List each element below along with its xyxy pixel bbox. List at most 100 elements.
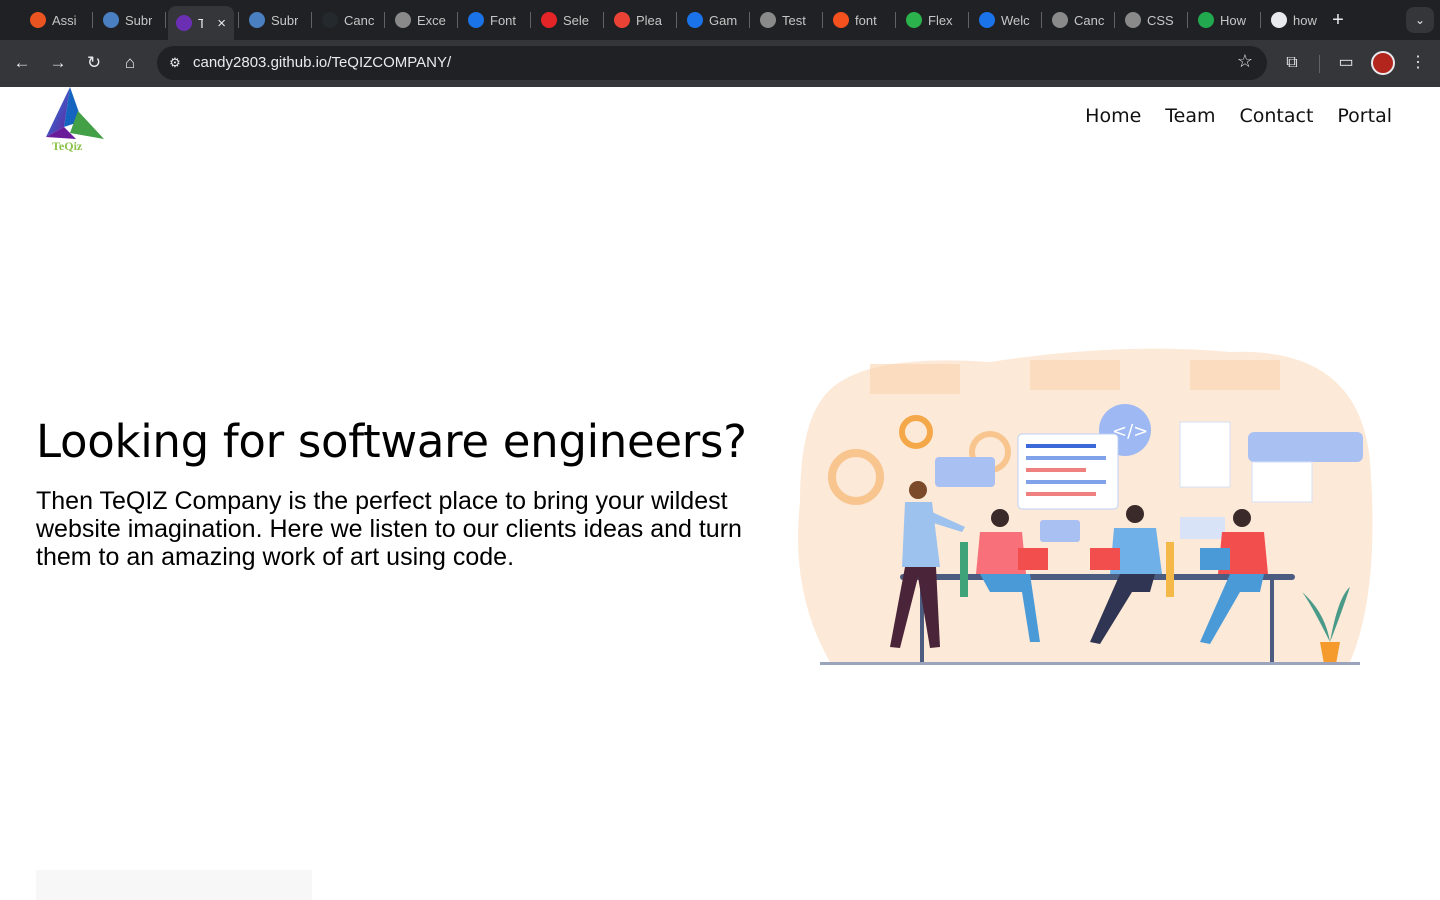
tab-separator <box>530 12 531 28</box>
tab-separator <box>676 12 677 28</box>
tab-label: how <box>1293 12 1317 28</box>
tab-separator <box>1114 12 1115 28</box>
browser-tab[interactable]: CSS <box>1117 6 1185 34</box>
tab-separator <box>968 12 969 28</box>
tab-separator <box>822 12 823 28</box>
flag-icon <box>468 12 484 28</box>
hero-title: Looking for software engineers? <box>36 415 747 468</box>
tab-label: Canc <box>344 12 374 28</box>
zoho-icon <box>541 12 557 28</box>
toolbar-divider <box>1319 55 1320 73</box>
globe-icon <box>1125 12 1141 28</box>
address-url[interactable]: candy2803.github.io/TeQIZCOMPANY/ <box>193 54 451 71</box>
tab-separator <box>603 12 604 28</box>
tab-separator <box>749 12 750 28</box>
ubuntu-icon <box>30 12 46 28</box>
browser-tab[interactable]: Plea <box>606 6 674 34</box>
nav-contact[interactable]: Contact <box>1239 105 1313 127</box>
browser-tab[interactable]: how <box>1263 6 1331 34</box>
tab-separator <box>238 12 239 28</box>
globe-icon <box>1052 12 1068 28</box>
tab-label: Gam <box>709 12 738 28</box>
browser-tab[interactable]: Exce <box>387 6 455 34</box>
cast-icon[interactable]: ▭ <box>1334 51 1358 75</box>
tab-separator <box>1041 12 1042 28</box>
web-page: TeQiz Home Team Contact Portal Looking f… <box>0 87 1440 900</box>
tab-label: Welc <box>1001 12 1030 28</box>
e-icon <box>249 12 265 28</box>
teqiz-logo[interactable]: TeQiz <box>34 87 106 153</box>
tab-label: T <box>198 15 204 31</box>
tab-label: Exce <box>417 12 446 28</box>
tab-label: Canc <box>1074 12 1104 28</box>
tab-separator <box>384 12 385 28</box>
gmail-icon <box>614 12 630 28</box>
nav-home[interactable]: Home <box>1085 105 1141 127</box>
tab-label: Sele <box>563 12 590 28</box>
w-icon <box>1198 12 1214 28</box>
tab-separator <box>1187 12 1188 28</box>
globe-icon <box>760 12 776 28</box>
tab-label: CSS <box>1147 12 1174 28</box>
teqiz-icon <box>176 15 192 31</box>
back-button[interactable]: ← <box>10 51 34 75</box>
github-icon <box>322 12 338 28</box>
forward-button[interactable]: → <box>46 51 70 75</box>
globe-icon <box>395 12 411 28</box>
tab-label: Plea <box>636 12 663 28</box>
footer-placeholder <box>36 870 312 900</box>
browser-tab[interactable]: Canc <box>1044 6 1112 34</box>
browser-tab[interactable]: Canc <box>314 6 382 34</box>
hero-text: Then TeQIZ Company is the perfect place … <box>36 487 742 571</box>
tab-label: Flex <box>928 12 953 28</box>
home-button[interactable]: ⌂ <box>118 51 142 75</box>
browser-tab[interactable]: font <box>825 6 893 34</box>
circle-icon <box>687 12 703 28</box>
extensions-icon[interactable]: ⧉ <box>1280 51 1304 75</box>
browser-tab[interactable]: Welc <box>971 6 1039 34</box>
browser-toolbar: ← → ↻ ⌂ ⚙ candy2803.github.io/TeQIZCOMPA… <box>0 40 1440 87</box>
close-tab-icon[interactable]: × <box>217 15 226 32</box>
tab-search-button[interactable]: ⌄ <box>1406 7 1434 33</box>
frog-icon <box>906 12 922 28</box>
tab-label: How <box>1220 12 1247 28</box>
browser-tab[interactable]: T × <box>168 6 234 40</box>
main-nav: Home Team Contact Portal <box>1085 105 1392 127</box>
chat-icon <box>1271 12 1287 28</box>
tab-label: Subr <box>125 12 153 28</box>
logo-text: TeQiz <box>52 139 83 153</box>
profile-avatar[interactable] <box>1371 51 1395 75</box>
tab-label: Assi <box>52 12 77 28</box>
browser-tab[interactable]: Sele <box>533 6 601 34</box>
browser-tab[interactable]: Font <box>460 6 528 34</box>
circle-icon <box>979 12 995 28</box>
tab-separator <box>895 12 896 28</box>
nav-team[interactable]: Team <box>1165 105 1215 127</box>
tab-separator <box>165 12 166 28</box>
new-tab-button[interactable]: + <box>1326 8 1350 32</box>
tab-label: Font <box>490 12 517 28</box>
tab-label: Subr <box>271 12 299 28</box>
e-icon <box>103 12 119 28</box>
browser-tab[interactable]: How <box>1190 6 1258 34</box>
reload-button[interactable]: ↻ <box>82 51 106 75</box>
bookmark-star-icon[interactable]: ☆ <box>1237 51 1253 72</box>
tab-separator <box>1260 12 1261 28</box>
address-bar[interactable]: ⚙ candy2803.github.io/TeQIZCOMPANY/ ☆ <box>157 46 1267 80</box>
browser-tab[interactable]: Subr <box>241 6 309 34</box>
menu-kebab-icon[interactable]: ⋮ <box>1406 51 1430 75</box>
tab-separator <box>92 12 93 28</box>
browser-tab[interactable]: Flex <box>898 6 966 34</box>
tab-separator <box>311 12 312 28</box>
nav-portal[interactable]: Portal <box>1337 105 1392 127</box>
tab-separator <box>457 12 458 28</box>
browser-tabstrip: Assi Subr T × Subr Canc Exce Font Sele Plea Gam Tes… <box>0 0 1440 40</box>
browser-tab[interactable]: Assi <box>22 6 90 34</box>
browser-tab[interactable]: Gam <box>679 6 747 34</box>
browser-tab[interactable]: Test <box>752 6 820 34</box>
tab-label: font <box>855 12 877 28</box>
code-icon <box>833 12 849 28</box>
browser-tab[interactable]: Subr <box>95 6 163 34</box>
site-info-icon[interactable]: ⚙ <box>165 53 185 73</box>
tab-label: Test <box>782 12 806 28</box>
